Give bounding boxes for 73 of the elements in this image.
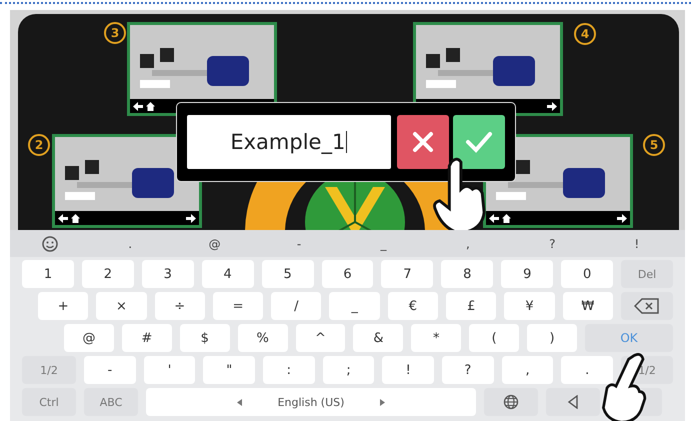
suggestion-key[interactable]: !: [594, 236, 679, 250]
key[interactable]: 3: [142, 260, 194, 288]
triangle-left-icon: [567, 395, 579, 409]
caret-left-icon: [236, 398, 242, 406]
cursor-left-key[interactable]: [546, 388, 600, 416]
arrow-left-icon[interactable]: [58, 214, 68, 222]
key[interactable]: 2: [82, 260, 134, 288]
key[interactable]: £: [446, 292, 496, 320]
key[interactable]: 0: [561, 260, 614, 288]
key[interactable]: 8: [441, 260, 494, 288]
screen-thumbnail[interactable]: [127, 22, 277, 116]
name-input-field[interactable]: Example_1: [187, 115, 391, 169]
arrow-right-icon[interactable]: [547, 102, 557, 110]
arrow-right-icon[interactable]: [186, 214, 196, 222]
key[interactable]: -: [84, 356, 136, 384]
key[interactable]: %: [238, 324, 288, 352]
key[interactable]: !: [382, 356, 434, 384]
step-number: 4: [574, 23, 596, 45]
cancel-button[interactable]: [396, 115, 449, 169]
suggestion-key[interactable]: .: [88, 236, 172, 250]
key[interactable]: /: [271, 292, 322, 320]
key[interactable]: 1: [22, 260, 74, 288]
step-number: 3: [104, 22, 126, 44]
key[interactable]: ÷: [154, 292, 205, 320]
key[interactable]: *: [411, 324, 462, 352]
suggestion-key[interactable]: @: [172, 236, 257, 250]
key[interactable]: #: [122, 324, 172, 352]
arrow-left-icon[interactable]: [489, 214, 499, 222]
key[interactable]: 7: [381, 260, 434, 288]
step-number: 2: [28, 134, 50, 156]
emoji-icon[interactable]: [40, 234, 60, 254]
globe-icon: [503, 394, 519, 410]
key[interactable]: ×: [96, 292, 147, 320]
key[interactable]: ?: [442, 356, 494, 384]
backspace-icon: [634, 298, 660, 314]
key[interactable]: (: [469, 324, 520, 352]
key[interactable]: ¥: [504, 292, 555, 320]
suggestion-key[interactable]: ,: [426, 236, 510, 250]
key[interactable]: @: [64, 324, 114, 352]
key[interactable]: ": [203, 356, 256, 384]
key[interactable]: :: [263, 356, 315, 384]
key[interactable]: ,: [502, 356, 554, 384]
key[interactable]: 6: [322, 260, 374, 288]
close-icon: [410, 130, 435, 154]
suggestion-key[interactable]: ?: [510, 236, 595, 250]
screen-thumbnail[interactable]: [413, 22, 563, 116]
arrow-left-icon[interactable]: [133, 102, 143, 110]
suggestion-key[interactable]: _: [341, 236, 426, 250]
key[interactable]: &: [353, 324, 404, 352]
key[interactable]: 9: [501, 260, 554, 288]
key[interactable]: =: [212, 292, 264, 320]
confirm-button[interactable]: [452, 115, 505, 169]
key[interactable]: €: [388, 292, 438, 320]
arrow-right-icon[interactable]: [617, 214, 627, 222]
key[interactable]: +: [38, 292, 88, 320]
key[interactable]: ': [144, 356, 196, 384]
key[interactable]: .: [561, 356, 614, 384]
key[interactable]: $: [180, 324, 230, 352]
key[interactable]: _: [329, 292, 380, 320]
key[interactable]: ): [527, 324, 578, 352]
key[interactable]: 5: [262, 260, 314, 288]
key[interactable]: ^: [296, 324, 346, 352]
language-key[interactable]: [484, 388, 538, 416]
suggestion-key[interactable]: -: [256, 236, 342, 250]
step-number: 5: [643, 134, 665, 156]
caret-right-icon: [380, 398, 386, 406]
backspace-key[interactable]: [620, 292, 673, 320]
check-icon: [464, 130, 493, 154]
key[interactable]: 4: [202, 260, 254, 288]
key[interactable]: ;: [322, 356, 374, 384]
space-key[interactable]: English (US): [146, 388, 476, 416]
key[interactable]: ₩: [562, 292, 613, 320]
screen-thumbnail[interactable]: [52, 134, 202, 228]
